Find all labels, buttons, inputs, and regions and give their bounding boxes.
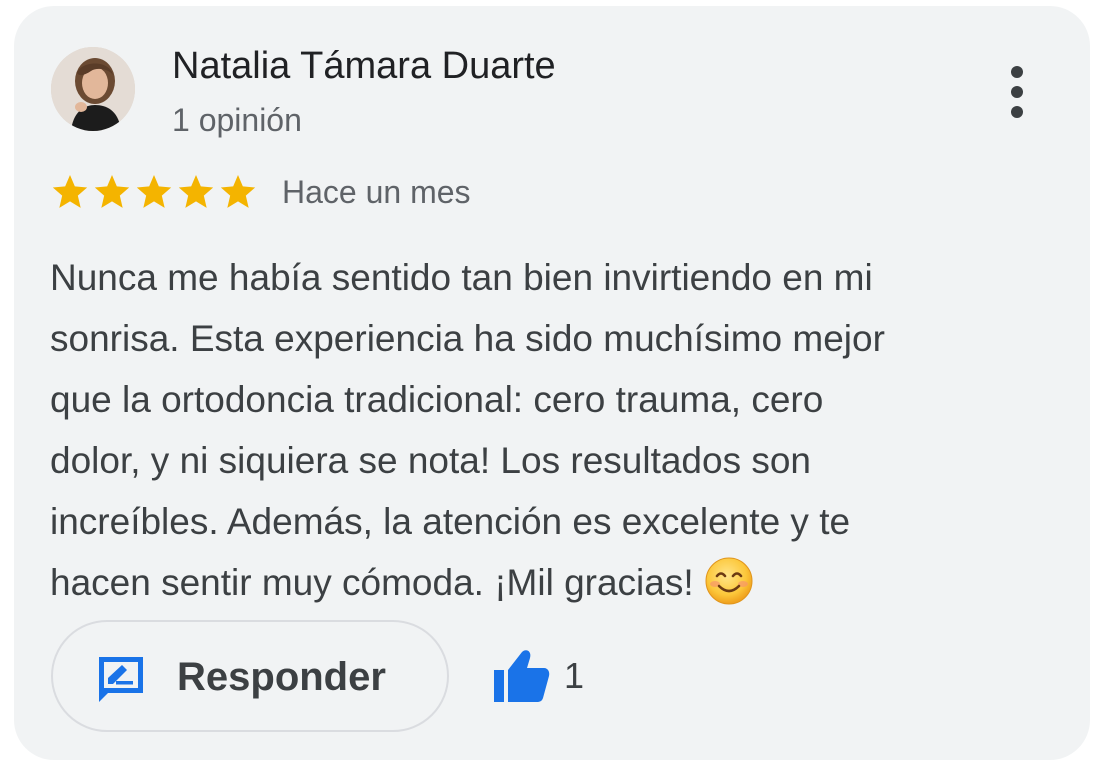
smiling-face-emoji-icon xyxy=(705,557,753,605)
reply-button[interactable]: Responder xyxy=(51,620,449,732)
rating-row: Hace un mes xyxy=(50,170,471,214)
review-card: Natalia Támara Duarte 1 opinión Hace un … xyxy=(14,6,1090,760)
star-icon xyxy=(178,175,214,208)
author-name[interactable]: Natalia Támara Duarte xyxy=(172,42,556,90)
star-icon xyxy=(52,175,88,208)
avatar[interactable] xyxy=(51,47,135,131)
star-icon xyxy=(136,175,172,208)
star-icon xyxy=(94,175,130,208)
star-rating xyxy=(50,172,260,212)
review-text-line: increíbles. Además, la atención es excel… xyxy=(50,501,851,542)
reply-icon xyxy=(99,657,143,702)
thumbs-up-icon xyxy=(494,650,550,702)
author-review-count: 1 opinión xyxy=(172,102,302,138)
avatar-photo xyxy=(51,47,135,131)
reply-button-label: Responder xyxy=(177,655,386,699)
review-text-line: hacen sentir muy cómoda. ¡Mil gracias! xyxy=(50,562,694,603)
more-options-button[interactable] xyxy=(994,60,1040,124)
review-text-line: sonrisa. Esta experiencia ha sido muchís… xyxy=(50,318,885,359)
more-vertical-icon xyxy=(1011,66,1023,78)
review-text-line: dolor, y ni siquiera se nota! Los result… xyxy=(50,440,812,481)
like-count: 1 xyxy=(564,655,585,696)
review-text: Nunca me había sentido tan bien invirtie… xyxy=(50,247,1025,613)
star-icon xyxy=(220,175,256,208)
review-text-line-last: hacen sentir muy cómoda. ¡Mil gracias! xyxy=(50,552,1025,613)
review-text-line: que la ortodoncia tradicional: cero trau… xyxy=(50,379,824,420)
review-date: Hace un mes xyxy=(282,174,471,210)
review-text-line: Nunca me había sentido tan bien invirtie… xyxy=(50,257,873,298)
like-button[interactable] xyxy=(492,646,552,706)
